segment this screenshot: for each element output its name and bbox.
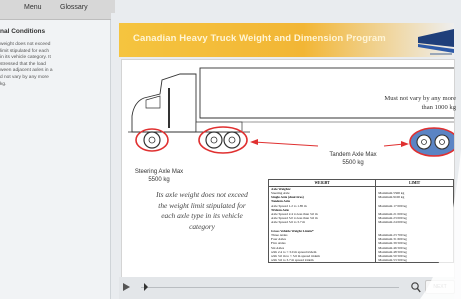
note-line: Its axle weight does not exceed — [156, 190, 248, 199]
axle-weight-note: Its axle weight does not exceed the weig… — [147, 190, 257, 232]
sidebar-notes: weight does not exceed limit stipulated … — [0, 42, 92, 88]
banner-title: Canadian Heavy Truck Weight and Dimensio… — [133, 33, 386, 44]
sidebar-line: weight does not exceed — [0, 42, 51, 47]
variance-line: than 1000 kg — [421, 104, 456, 111]
progress-track[interactable] — [141, 287, 399, 288]
note-line: the weight limit stipulated for — [158, 200, 246, 210]
steering-axle-label: Steering Axle Max 5500 kg — [129, 168, 189, 184]
table-cell: with 3.6 to 3.7 m spread tridem — [267, 258, 377, 264]
table-header-weight: WEIGHT — [267, 179, 377, 187]
sidebar-line: kg. — [0, 81, 7, 87]
variance-line: Must not vary by any more — [384, 95, 456, 102]
sidebar-panel: nal Conditions weight does not exceed li… — [0, 20, 111, 299]
steer-wheel — [143, 131, 161, 149]
steer-label-line: 5500 kg — [148, 177, 170, 183]
sidebar-title: nal Conditions — [0, 28, 46, 35]
note-line: each axle type in its vehicle — [161, 211, 243, 220]
course-window: Canadian Heavy Truck Weight and Dimensio… — [111, 13, 461, 299]
steer-label-line: Steering Axle Max — [134, 169, 184, 175]
slide-content: Must not vary by any more than 1000 kg T… — [121, 59, 456, 279]
tab-glossary[interactable]: Glossary — [60, 4, 88, 11]
decorative-swoosh — [420, 150, 461, 299]
sidebar-line: ween adjacent axles in a — [0, 68, 53, 74]
tandem-label-line: 5500 kg — [342, 160, 364, 166]
truck-diagram — [128, 67, 454, 157]
trailer-wheel — [416, 134, 432, 150]
play-icon[interactable] — [121, 282, 131, 292]
sidebar-line: in its vehicle category. It — [0, 55, 51, 61]
arrow-left — [253, 141, 319, 147]
sidebar-line: d not vary by any more — [0, 74, 49, 80]
drive-wheel — [205, 131, 223, 149]
variance-callout: Must not vary by any more than 1000 kg — [352, 94, 456, 112]
truck-logo-icon — [418, 29, 454, 55]
tab-menu[interactable]: Menu — [24, 4, 42, 11]
course-banner: Canadian Heavy Truck Weight and Dimensio… — [119, 23, 454, 57]
scrubber-handle[interactable] — [143, 283, 149, 291]
tandem-axle-label: Tandem Axle Max 5500 kg — [321, 151, 385, 167]
drive-wheel — [223, 131, 241, 149]
player-controls: NEXT — [119, 277, 455, 299]
nav-tabs: Menu Glossary — [0, 0, 115, 20]
note-line: category — [189, 221, 215, 231]
trailer-wheel — [434, 134, 450, 150]
tandem-label-line: Tandem Axle Max — [329, 152, 377, 158]
